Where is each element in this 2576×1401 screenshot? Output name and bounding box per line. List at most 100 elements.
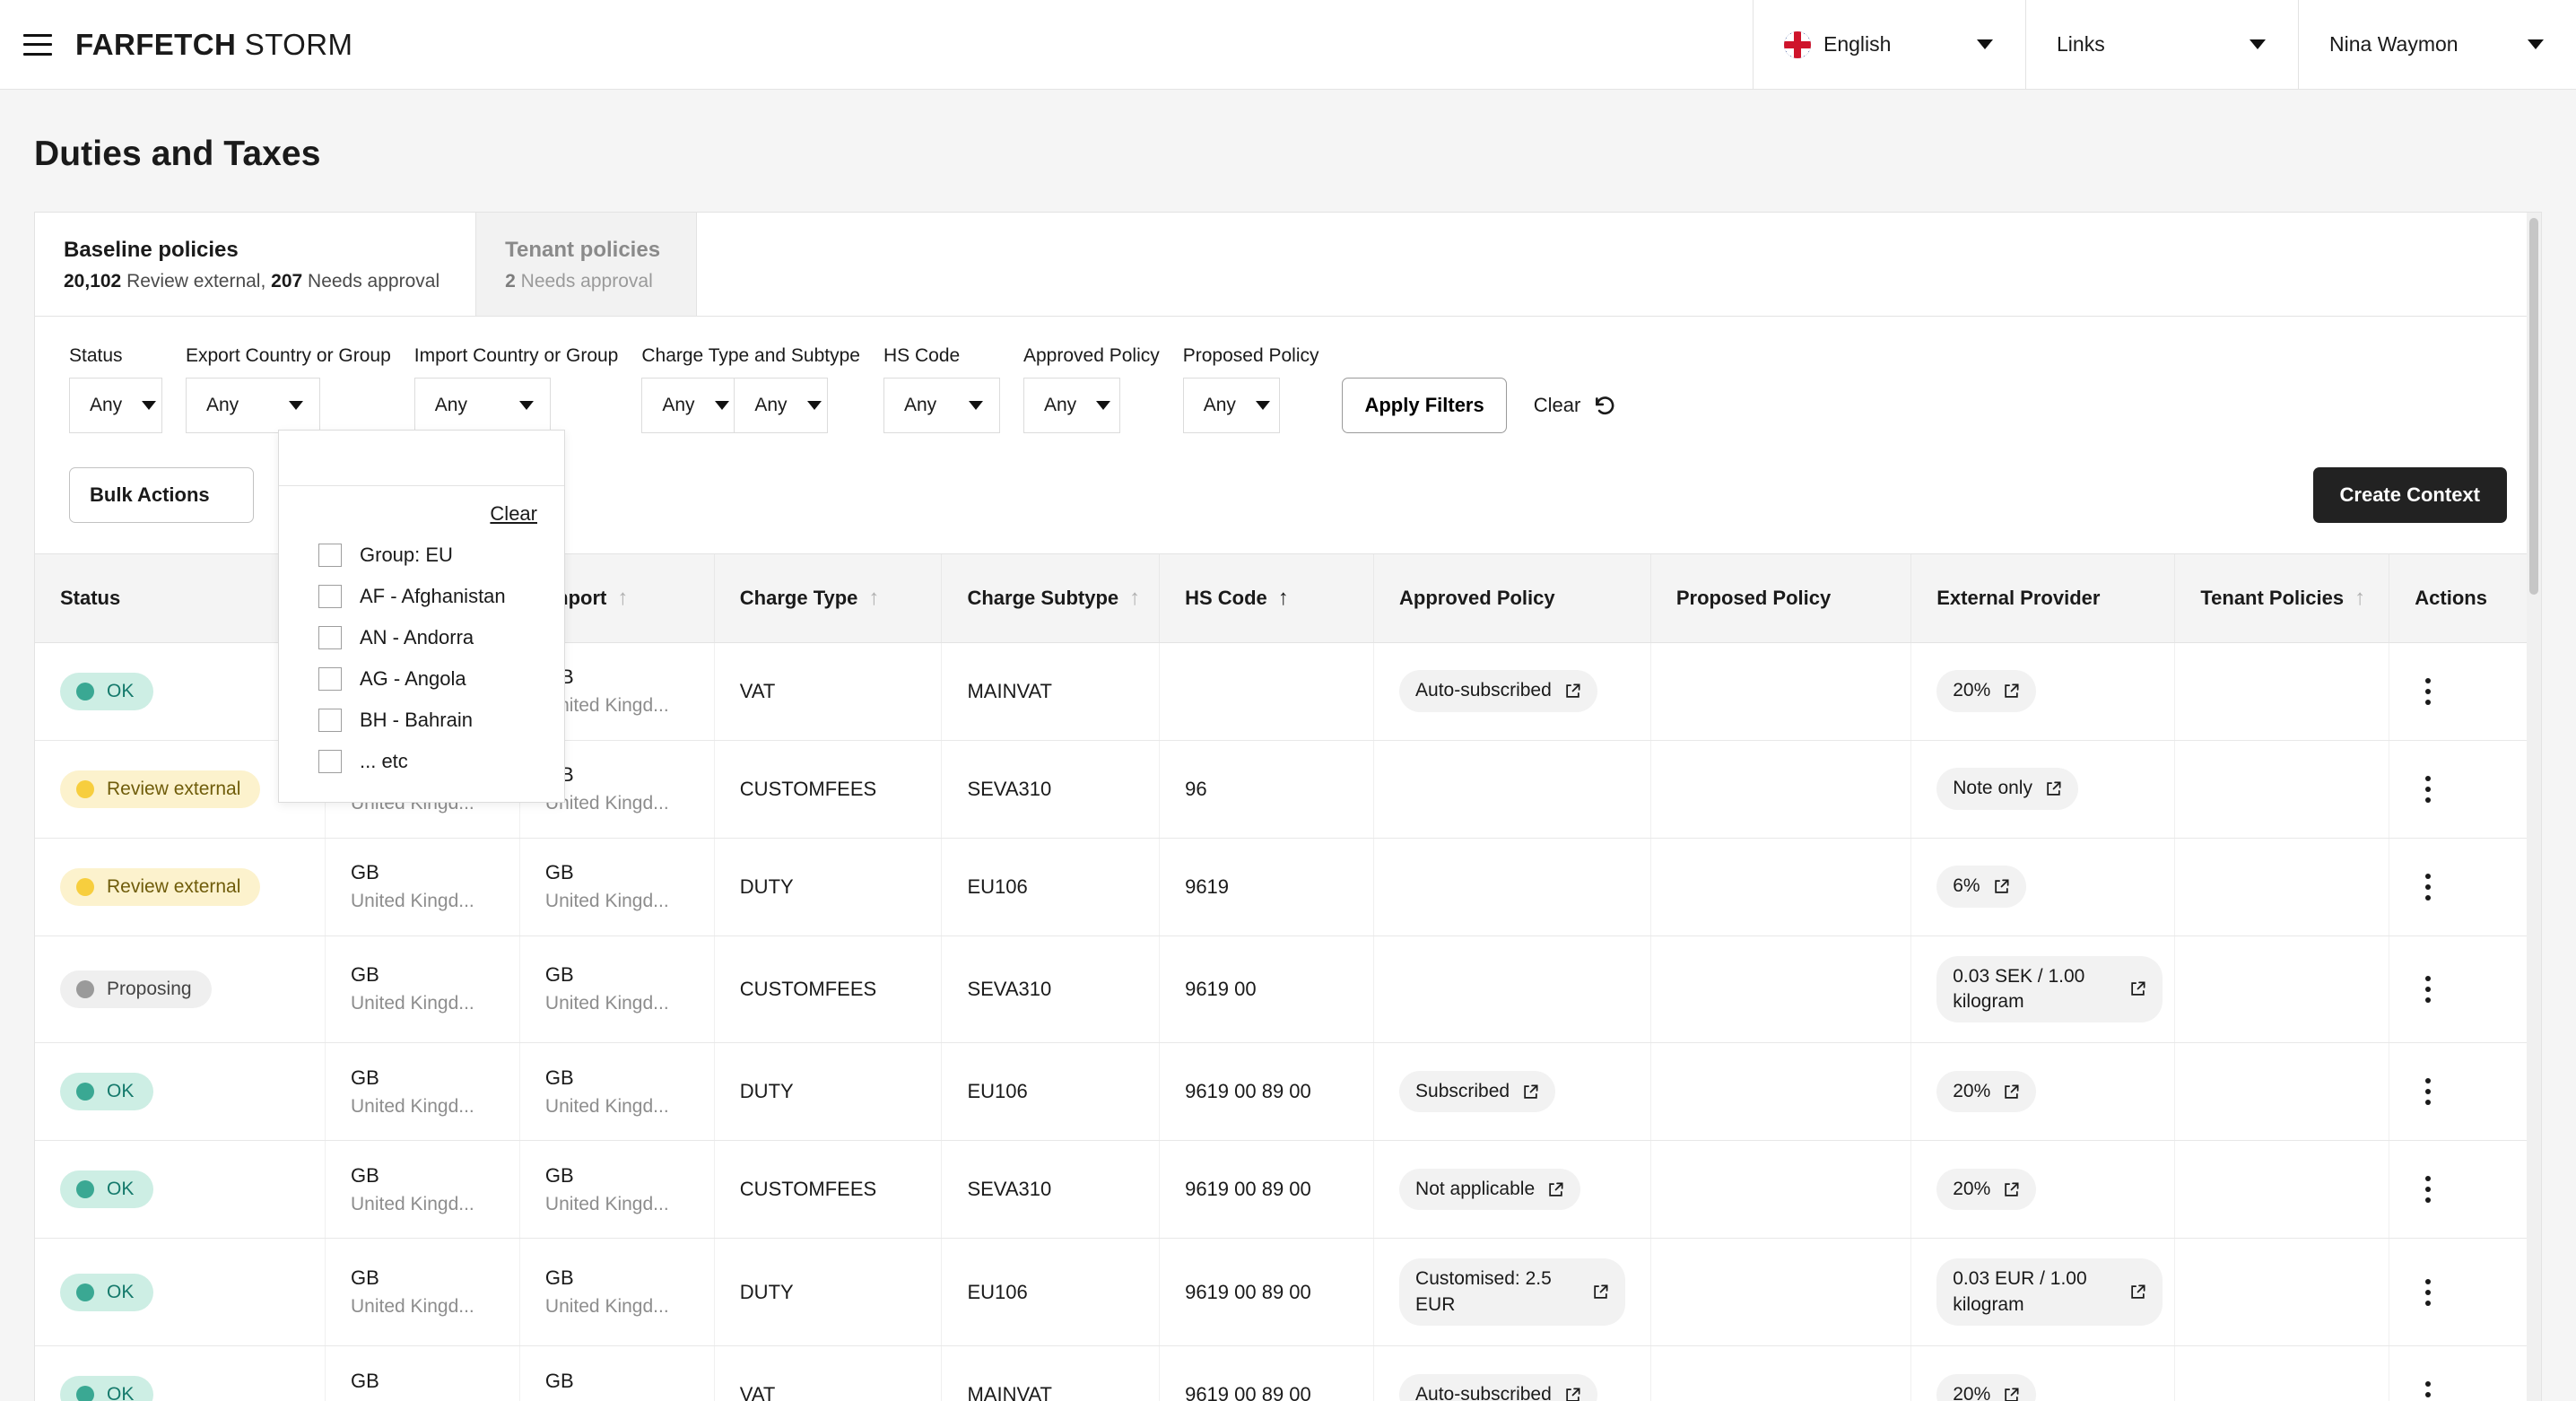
- external-link-icon: [2005, 1084, 2019, 1099]
- chip-label: Auto-subscribed: [1415, 1383, 1552, 1401]
- status-badge: OK: [60, 1073, 154, 1111]
- value-chip[interactable]: Auto-subscribed: [1399, 1373, 1597, 1401]
- value-chip[interactable]: 6%: [1936, 866, 2026, 908]
- dropdown-clear-link[interactable]: Clear: [490, 502, 537, 525]
- app-logo[interactable]: FARFETCH STORM: [75, 28, 352, 62]
- cell-export-country: GB United Kingd...: [325, 1238, 520, 1346]
- tab-tenant-policies[interactable]: Tenant policies 2 Needs approval: [475, 213, 698, 316]
- external-link-icon: [2131, 1284, 2145, 1299]
- value-chip[interactable]: Not applicable: [1399, 1169, 1581, 1211]
- table-row[interactable]: Review external GB United Kingd... GB United…: [35, 838, 2541, 936]
- status-dot-icon: [76, 682, 94, 700]
- links-menu[interactable]: Links: [2025, 0, 2298, 89]
- row-actions-menu-icon[interactable]: [2415, 1078, 2441, 1106]
- checkbox-icon[interactable]: [318, 544, 342, 567]
- status-dot-icon: [76, 779, 94, 798]
- cell-status: OK: [35, 1140, 326, 1240]
- row-actions-menu-icon[interactable]: [2415, 1176, 2441, 1204]
- filter-charge-type-select[interactable]: Any: [641, 378, 735, 433]
- col-approved-policy[interactable]: Approved Policy: [1373, 554, 1651, 643]
- create-context-button[interactable]: Create Context: [2312, 467, 2507, 523]
- cell-charge-subtype: EU106: [941, 1042, 1161, 1142]
- value-chip[interactable]: 0.03 SEK / 1.00 kilogram: [1936, 955, 2163, 1023]
- table-row[interactable]: Proposing GB United Kingd... GB United Kingd…: [35, 935, 2541, 1044]
- filter-proposed-policy: Proposed Policy Any: [1182, 345, 1318, 433]
- col-tenant-policies[interactable]: Tenant Policies ↑: [2174, 554, 2390, 643]
- checkbox-icon[interactable]: [318, 750, 342, 773]
- value-chip[interactable]: Auto-subscribed: [1399, 670, 1597, 712]
- col-hs-code[interactable]: HS Code ↑: [1159, 554, 1375, 643]
- filter-status-select[interactable]: Any: [69, 378, 162, 433]
- value-chip[interactable]: 20%: [1936, 1169, 2037, 1211]
- apply-filters-button[interactable]: Apply Filters: [1342, 378, 1507, 433]
- cell-approved-policy: Auto-subscribed: [1373, 1345, 1651, 1401]
- table-row[interactable]: OK GB United Kingd... GB United Kingd... DUTY…: [35, 1042, 2541, 1142]
- dropdown-option[interactable]: AF - Afghanistan: [279, 576, 564, 617]
- value-chip[interactable]: Note only: [1936, 768, 2078, 810]
- filter-export-country-select[interactable]: Any: [186, 378, 320, 433]
- checkbox-icon[interactable]: [318, 667, 342, 691]
- value-chip[interactable]: Subscribed: [1399, 1071, 1556, 1113]
- cell-charge-subtype: SEVA310: [941, 740, 1161, 839]
- col-charge-type[interactable]: Charge Type ↑: [714, 554, 943, 643]
- export-country-name: United Kingd...: [351, 1193, 474, 1214]
- checkbox-icon[interactable]: [318, 709, 342, 732]
- import-country-code: GB: [545, 763, 714, 787]
- dropdown-search-input[interactable]: [308, 447, 551, 469]
- table-row[interactable]: OK GB United Kingd... GB United Kingd... DUTY…: [35, 1238, 2541, 1346]
- filter-proposed-policy-select[interactable]: Any: [1182, 378, 1280, 433]
- dropdown-option[interactable]: AN - Andorra: [279, 617, 564, 658]
- chip-label: 20%: [1953, 680, 1991, 701]
- chip-label: Auto-subscribed: [1415, 680, 1552, 701]
- col-proposed-policy[interactable]: Proposed Policy: [1650, 554, 1912, 643]
- dropdown-option[interactable]: BH - Bahrain: [279, 700, 564, 741]
- vertical-scrollbar[interactable]: [2527, 213, 2541, 1401]
- chip-label: 20%: [1953, 1383, 1991, 1401]
- filter-status: Status Any: [69, 345, 162, 433]
- value-chip[interactable]: 20%: [1936, 1373, 2037, 1401]
- filter-charge: Charge Type and Subtype Any Any: [641, 345, 860, 433]
- col-external-provider[interactable]: External Provider: [1910, 554, 2176, 643]
- chevron-down-icon: [2250, 39, 2266, 49]
- value-chip[interactable]: 20%: [1936, 670, 2037, 712]
- value-chip[interactable]: 0.03 EUR / 1.00 kilogram: [1936, 1258, 2163, 1326]
- table-row[interactable]: OK GB United Kingd... GB United Kingd... CUST…: [35, 1140, 2541, 1240]
- row-actions-menu-icon[interactable]: [2415, 1381, 2441, 1401]
- cell-export-country: GB United Kingd...: [325, 1140, 520, 1240]
- cell-external-provider: 6%: [1910, 838, 2176, 936]
- filter-charge-subtype-select[interactable]: Any: [735, 378, 829, 433]
- filter-hs-code-select[interactable]: Any: [883, 378, 1000, 433]
- cell-status: OK: [35, 1238, 326, 1346]
- row-actions-menu-icon[interactable]: [2415, 975, 2441, 1003]
- filter-import-country-select[interactable]: Any: [413, 378, 551, 433]
- tab-baseline-policies[interactable]: Baseline policies 20,102 Review external…: [35, 213, 476, 316]
- dropdown-option[interactable]: ... etc: [279, 741, 564, 782]
- cell-hs-code: [1159, 642, 1375, 741]
- col-charge-subtype[interactable]: Charge Subtype ↑: [941, 554, 1161, 643]
- language-selector[interactable]: English: [1753, 0, 2025, 89]
- checkbox-icon[interactable]: [318, 585, 342, 608]
- bulk-actions-button[interactable]: Bulk Actions: [69, 467, 254, 523]
- value-chip[interactable]: Customised: 2.5 EUR: [1399, 1258, 1626, 1326]
- filter-approved-policy-select[interactable]: Any: [1023, 378, 1120, 433]
- cell-export-country: GB United Kingd...: [325, 1042, 520, 1142]
- clear-filters-button[interactable]: Clear: [1534, 378, 1617, 433]
- hamburger-icon[interactable]: [23, 33, 52, 56]
- filter-status-label: Status: [69, 345, 123, 366]
- row-actions-menu-icon[interactable]: [2415, 775, 2441, 803]
- chevron-down-icon: [1977, 39, 1993, 49]
- dropdown-option-list: Group: EU AF - Afghanistan AN - Andorra …: [279, 535, 564, 802]
- row-actions-menu-icon[interactable]: [2415, 873, 2441, 901]
- dropdown-option[interactable]: AG - Angola: [279, 658, 564, 700]
- checkbox-icon[interactable]: [318, 626, 342, 649]
- external-link-icon: [2005, 1182, 2019, 1197]
- table-row[interactable]: OKGBUnited Kingd...GBUnited Kingd...VATM…: [35, 1345, 2541, 1401]
- user-menu[interactable]: Nina Waymon: [2298, 0, 2576, 89]
- row-actions-menu-icon[interactable]: [2415, 677, 2441, 705]
- value-chip[interactable]: 20%: [1936, 1071, 2037, 1113]
- dropdown-option[interactable]: Group: EU: [279, 535, 564, 576]
- cell-proposed-policy: [1650, 1238, 1912, 1346]
- scrollbar-thumb[interactable]: [2529, 218, 2538, 595]
- cell-external-provider: Note only: [1910, 740, 2176, 839]
- row-actions-menu-icon[interactable]: [2415, 1278, 2441, 1306]
